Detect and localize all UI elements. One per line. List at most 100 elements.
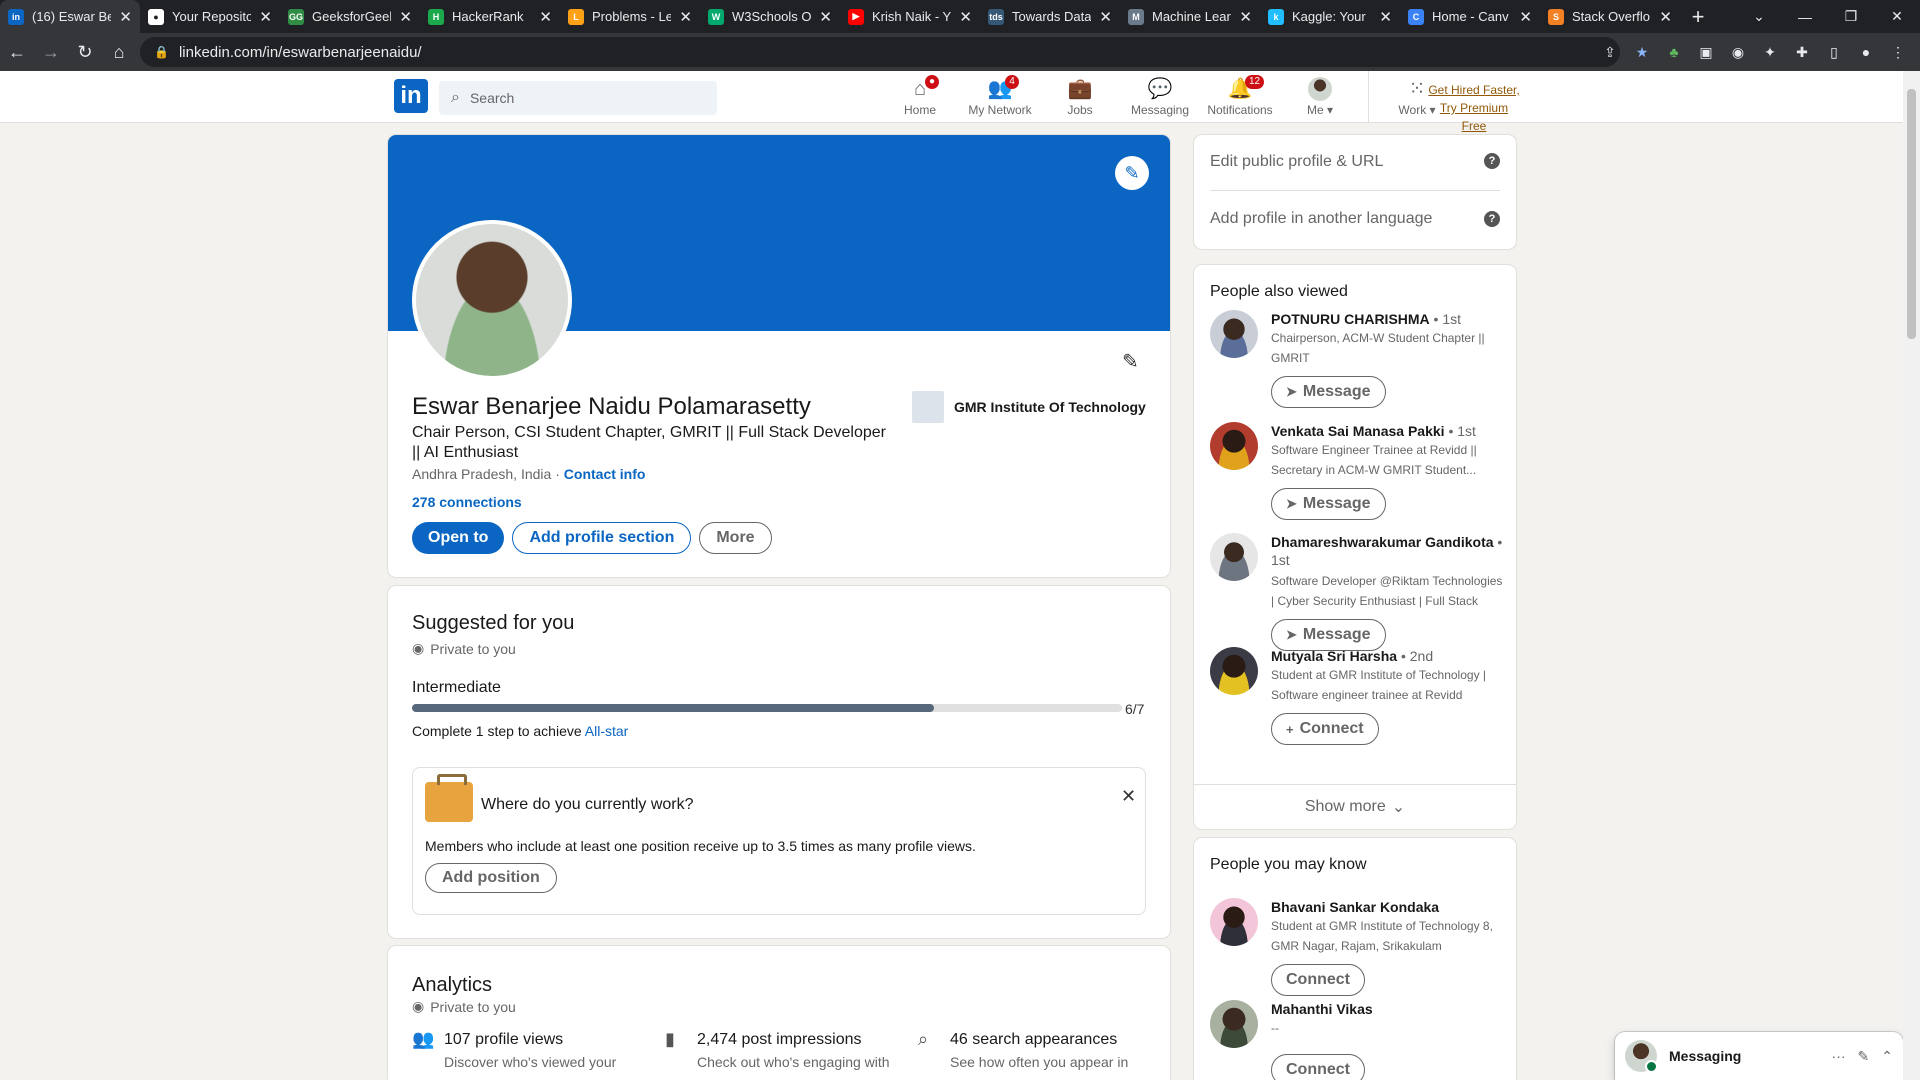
add-position-button[interactable]: Add position xyxy=(425,863,557,893)
open-to-button[interactable]: Open to xyxy=(412,522,505,554)
analytics-stat[interactable]: ⌕ 46 search appearances See how often you … xyxy=(918,1029,1158,1070)
reload-icon[interactable]: ↻ xyxy=(68,42,102,63)
person-name[interactable]: Venkata Sai Manasa Pakki xyxy=(1271,423,1445,439)
eye-icon: ◉ xyxy=(412,998,425,1014)
close-tab-icon[interactable]: ✕ xyxy=(679,8,692,26)
share-icon[interactable]: ⇪ xyxy=(1596,44,1624,61)
search-input[interactable]: Search xyxy=(470,90,514,106)
page-scrollbar[interactable] xyxy=(1903,71,1920,1080)
messaging-overlay[interactable]: Messaging ··· ✎ ⌃ xyxy=(1615,1032,1903,1080)
connections-link[interactable]: 278 connections xyxy=(412,494,522,510)
person-name[interactable]: Bhavani Sankar Kondaka xyxy=(1271,899,1439,915)
more-options-icon[interactable]: ··· xyxy=(1832,1048,1846,1064)
add-profile-section-button[interactable]: Add profile section xyxy=(512,522,692,554)
premium-upsell-link[interactable]: Get Hired Faster, Try Premium Free xyxy=(1428,81,1520,135)
back-arrow-icon[interactable]: ← xyxy=(0,42,34,63)
person-name[interactable]: POTNURU CHARISHMA xyxy=(1271,311,1430,327)
contact-info-link[interactable]: Contact info xyxy=(564,466,646,482)
puzzle-extensions-icon[interactable]: ✚ xyxy=(1788,44,1816,61)
close-tab-icon[interactable]: ✕ xyxy=(1519,8,1532,26)
avatar[interactable] xyxy=(1210,310,1258,358)
close-tab-icon[interactable]: ✕ xyxy=(259,8,272,26)
minimize-button[interactable]: — xyxy=(1782,9,1828,25)
browser-tab[interactable]: S Stack Overflo ✕ xyxy=(1540,0,1680,33)
linkedin-logo[interactable]: in xyxy=(394,79,428,113)
analytics-stat[interactable]: 👥 107 profile views Discover who's viewed … xyxy=(412,1029,652,1070)
tab-search-icon[interactable]: ⌄ xyxy=(1736,8,1782,25)
connect-button[interactable]: Connect xyxy=(1271,964,1365,996)
towardsdatascience-icon: tds xyxy=(988,8,1004,25)
help-icon[interactable]: ? xyxy=(1484,211,1500,227)
avatar[interactable] xyxy=(1210,533,1258,581)
nav-home[interactable]: ⌂ ● Home xyxy=(880,71,960,123)
nav-messaging[interactable]: 💬 Messaging xyxy=(1120,71,1200,123)
browser-tab[interactable]: H HackerRank ✕ xyxy=(420,0,560,33)
all-star-link[interactable]: All-star xyxy=(585,723,629,739)
close-tab-icon[interactable]: ✕ xyxy=(819,8,832,26)
browser-tab[interactable]: M Machine Lear ✕ xyxy=(1120,0,1260,33)
close-tab-icon[interactable]: ✕ xyxy=(1099,8,1112,26)
extension-b-icon[interactable]: ▣ xyxy=(1692,44,1720,61)
browser-tab[interactable]: ● Your Reposito ✕ xyxy=(140,0,280,33)
profile-photo[interactable] xyxy=(412,220,572,380)
add-language-row[interactable]: Add profile in another language ? xyxy=(1210,210,1500,228)
message-button[interactable]: ➤ Message xyxy=(1271,488,1386,520)
person-name[interactable]: Mutyala Sri Harsha xyxy=(1271,648,1397,664)
person-name[interactable]: Mahanthi Vikas xyxy=(1271,1001,1373,1017)
close-tab-icon[interactable]: ✕ xyxy=(119,8,132,26)
edit-public-profile-row[interactable]: Edit public profile & URL ? xyxy=(1210,153,1500,191)
edit-banner-icon[interactable]: ✎ xyxy=(1115,156,1149,190)
browser-tab[interactable]: in (16) Eswar Ben ✕ xyxy=(0,0,140,33)
connect-button[interactable]: + Connect xyxy=(1271,713,1379,745)
nav-network[interactable]: 👥 4 My Network xyxy=(960,71,1040,123)
profile-avatar-icon[interactable]: ● xyxy=(1852,44,1880,60)
address-bar[interactable]: 🔒 linkedin.com/in/eswarbenarjeenaidu/ xyxy=(140,37,1620,67)
browser-tab[interactable]: tds Towards Data ✕ xyxy=(980,0,1120,33)
camera-icon[interactable]: ◉ xyxy=(1724,44,1752,61)
nav-bell[interactable]: 🔔 12 Notifications xyxy=(1200,71,1280,123)
person-name[interactable]: Dhamareshwarakumar Gandikota xyxy=(1271,534,1494,550)
scrollbar-thumb[interactable] xyxy=(1907,89,1916,339)
restore-button[interactable]: ❐ xyxy=(1828,8,1874,25)
connect-button[interactable]: Connect xyxy=(1271,1054,1365,1080)
close-tab-icon[interactable]: ✕ xyxy=(1379,8,1392,26)
close-tab-icon[interactable]: ✕ xyxy=(1659,8,1672,26)
bookmark-star-icon[interactable]: ★ xyxy=(1628,44,1656,61)
browser-menu-icon[interactable]: ⋮ xyxy=(1884,44,1912,61)
school-link[interactable]: GMR Institute Of Technology xyxy=(912,391,1146,423)
extension-gray-icon[interactable]: ✦ xyxy=(1756,44,1784,61)
lock-icon[interactable]: 🔒 xyxy=(154,45,169,59)
compose-icon[interactable]: ✎ xyxy=(1858,1048,1870,1065)
close-window-button[interactable]: ✕ xyxy=(1874,8,1920,25)
close-tab-icon[interactable]: ✕ xyxy=(399,8,412,26)
avatar[interactable] xyxy=(1210,647,1258,695)
close-tab-icon[interactable]: ✕ xyxy=(959,8,972,26)
show-more-button[interactable]: Show more ⌄ xyxy=(1194,784,1516,829)
home-browser-icon[interactable]: ⌂ xyxy=(102,42,136,63)
nav-avatar[interactable]: Me ▾ xyxy=(1280,71,1360,123)
browser-tab[interactable]: L Problems - Le ✕ xyxy=(560,0,700,33)
avatar[interactable] xyxy=(1210,1000,1258,1048)
avatar[interactable] xyxy=(1210,898,1258,946)
close-tab-icon[interactable]: ✕ xyxy=(1239,8,1252,26)
nav-jobs[interactable]: 💼 Jobs xyxy=(1040,71,1120,123)
close-icon[interactable]: ✕ xyxy=(1121,786,1136,807)
browser-tab[interactable]: GG GeeksforGeek ✕ xyxy=(280,0,420,33)
forward-arrow-icon[interactable]: → xyxy=(34,42,68,63)
message-button[interactable]: ➤ Message xyxy=(1271,376,1386,408)
sidebar-panel-icon[interactable]: ▯ xyxy=(1820,44,1848,61)
analytics-stat[interactable]: ▮ 2,474 post impressions Check out who's e… xyxy=(665,1029,905,1070)
chevron-up-icon[interactable]: ⌃ xyxy=(1881,1048,1893,1065)
browser-tab[interactable]: ▶ Krish Naik - Y ✕ xyxy=(840,0,980,33)
edit-intro-icon[interactable]: ✎ xyxy=(1122,349,1139,374)
browser-tab[interactable]: k Kaggle: Your ✕ xyxy=(1260,0,1400,33)
new-tab-button[interactable]: + xyxy=(1680,0,1716,33)
search-box[interactable]: ⌕ Search xyxy=(439,81,717,115)
extension-tree-icon[interactable]: ♣ xyxy=(1660,44,1688,60)
more-button[interactable]: More xyxy=(699,522,772,554)
avatar[interactable] xyxy=(1210,422,1258,470)
help-icon[interactable]: ? xyxy=(1484,153,1500,169)
close-tab-icon[interactable]: ✕ xyxy=(539,8,552,26)
browser-tab[interactable]: C Home - Canv ✕ xyxy=(1400,0,1540,33)
browser-tab[interactable]: W W3Schools O ✕ xyxy=(700,0,840,33)
